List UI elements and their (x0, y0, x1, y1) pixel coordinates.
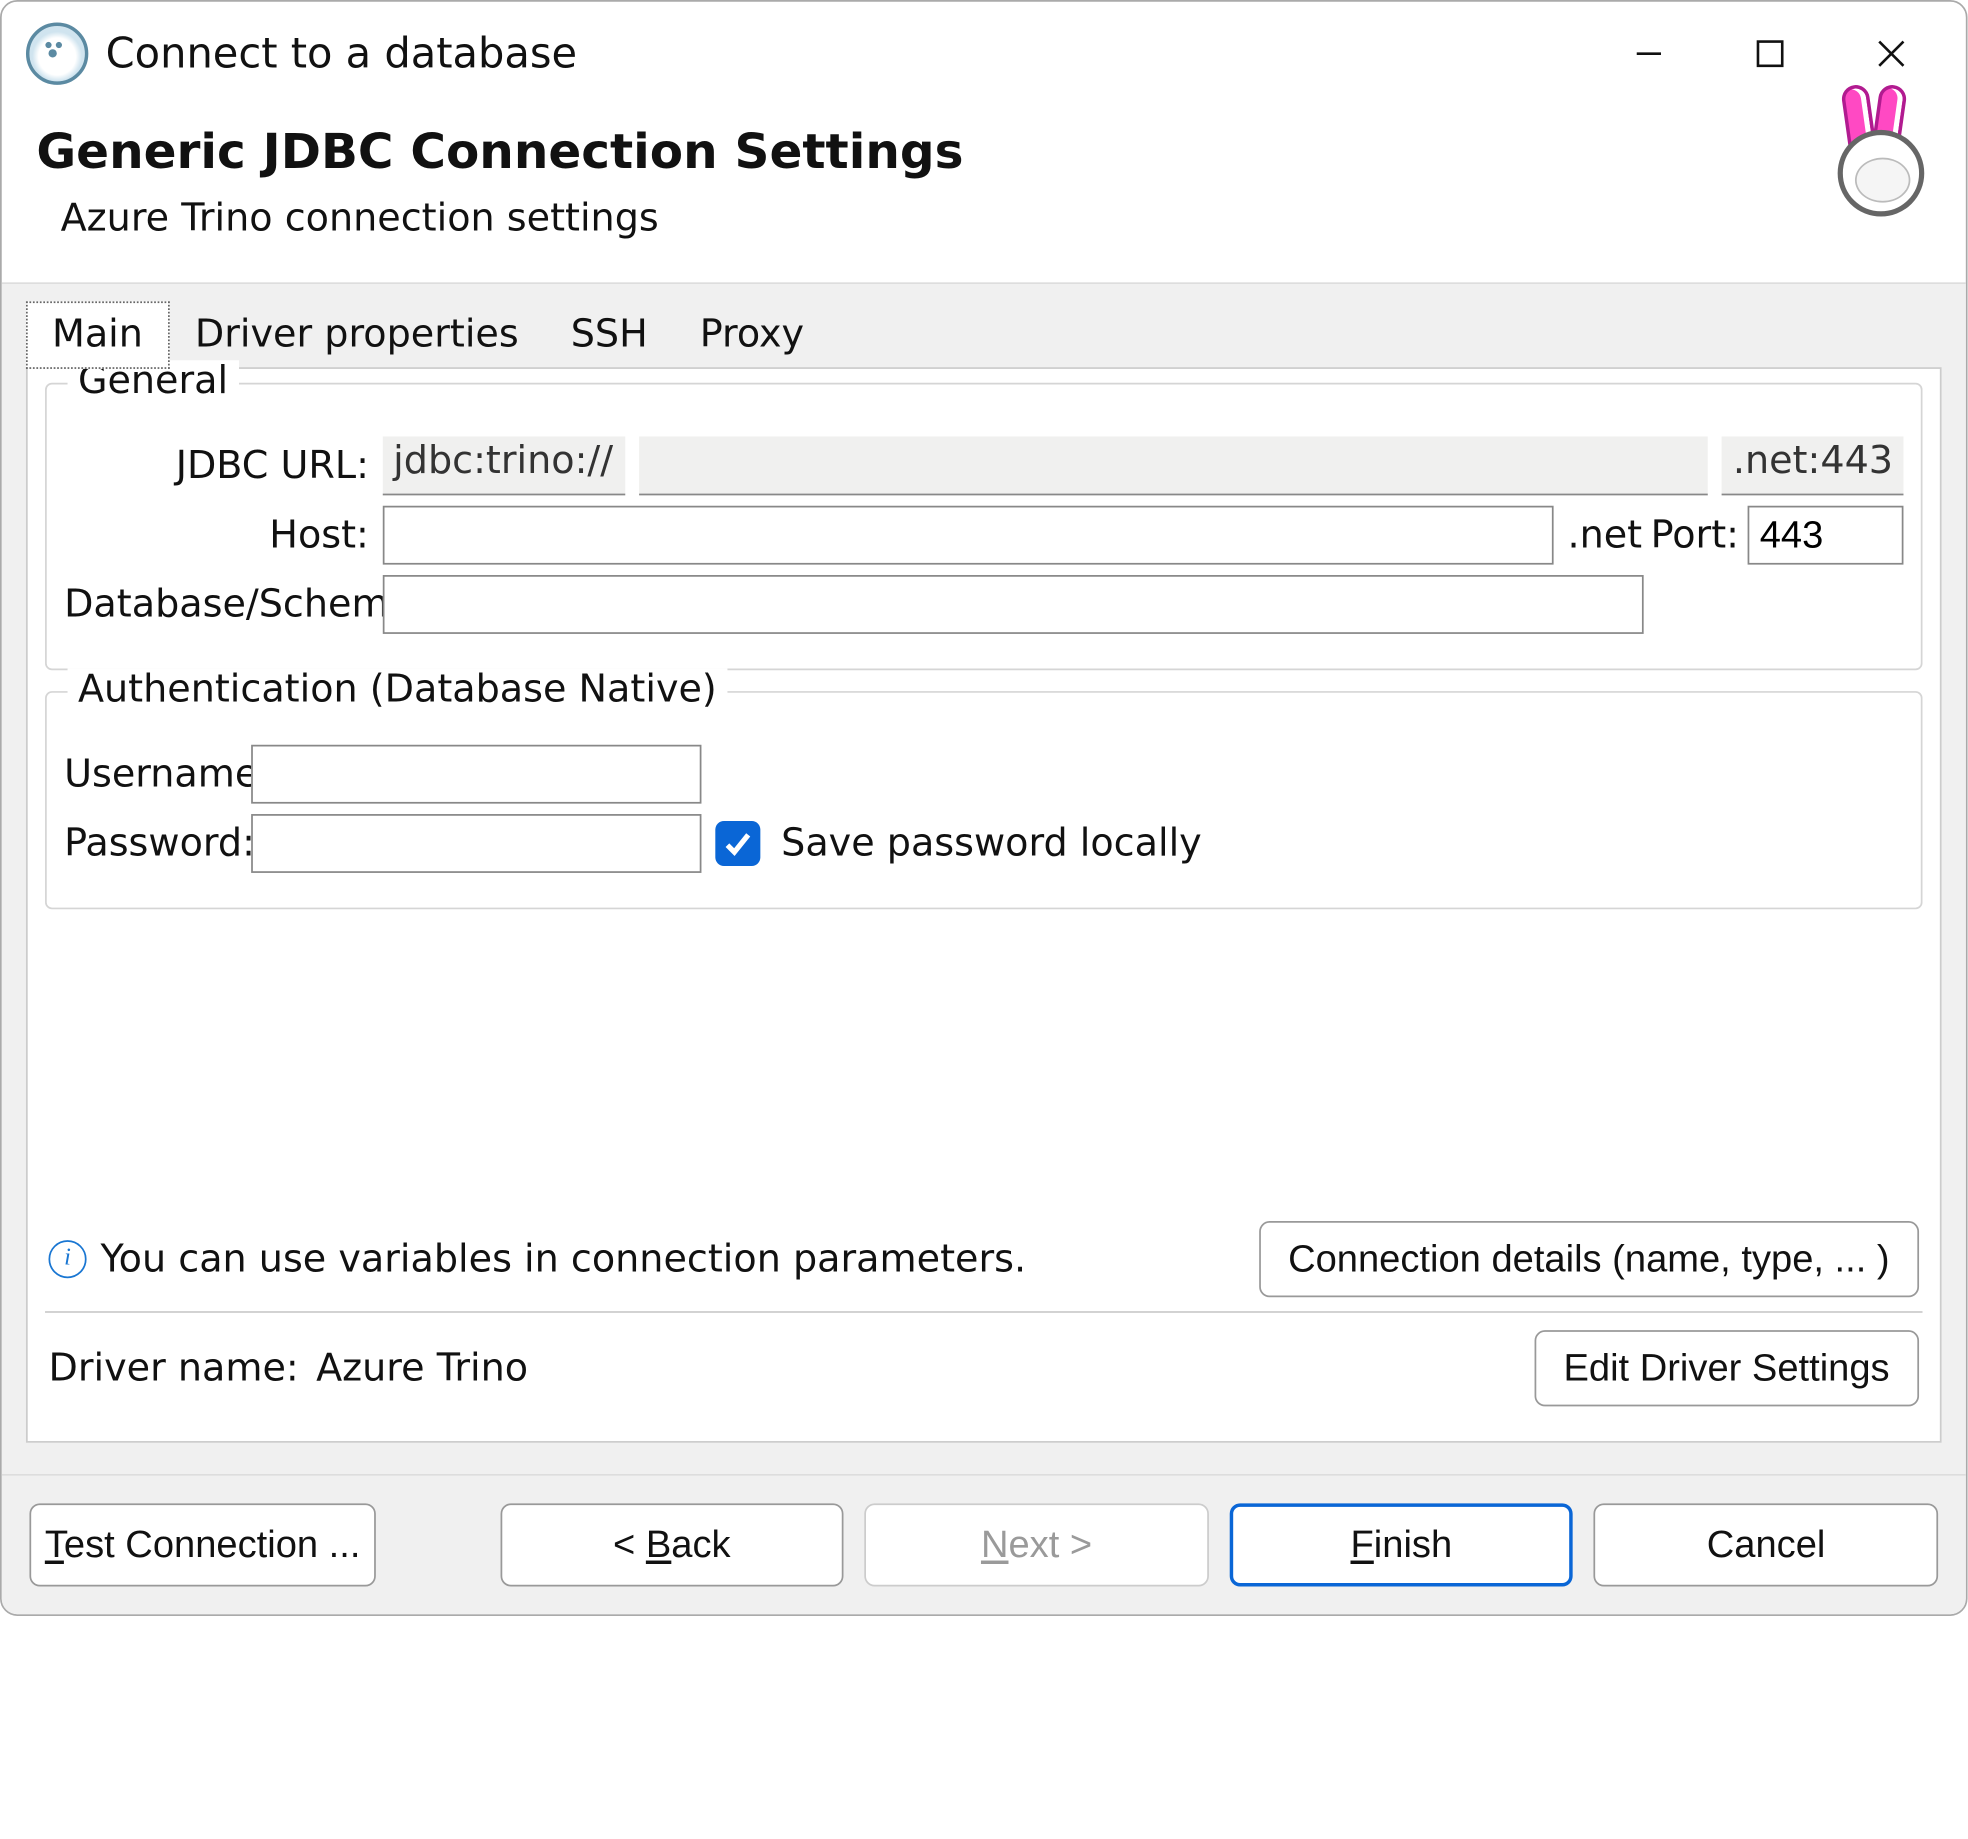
page-subtitle: Azure Trino connection settings (61, 197, 1821, 240)
driver-row: Driver name: Azure Trino Edit Driver Set… (45, 1313, 1922, 1424)
cancel-button[interactable]: Cancel (1594, 1503, 1938, 1586)
host-suffix: .net (1567, 514, 1636, 557)
driver-name-value: Azure Trino (316, 1347, 528, 1390)
fieldset-authentication: Authentication (Database Native) Usernam… (45, 691, 1922, 909)
page-title: Generic JDBC Connection Settings (36, 123, 1820, 180)
username-input[interactable] (251, 745, 701, 804)
body: Main Driver properties SSH Proxy General… (2, 284, 1966, 1474)
tab-panel-main: General JDBC URL: jdbc:trino:// .net:443… (26, 367, 1942, 1443)
next-button[interactable]: Next > (865, 1503, 1209, 1586)
db-schema-label: Database/Schema: (64, 583, 369, 626)
tab-ssh[interactable]: SSH (545, 301, 674, 369)
close-icon (1874, 36, 1909, 71)
port-label: Port: (1651, 514, 1734, 557)
app-icon (26, 23, 88, 85)
finish-button[interactable]: Finish (1229, 1503, 1573, 1586)
legend-authentication: Authentication (Database Native) (68, 669, 728, 712)
check-icon (722, 828, 753, 859)
port-input[interactable] (1748, 506, 1904, 565)
host-input[interactable] (383, 506, 1554, 565)
minimize-icon (1633, 38, 1664, 69)
mascot-icon (1820, 113, 1924, 217)
username-label: Username: (64, 753, 237, 796)
footer: Test Connection ... < Back Next > Finish… (2, 1474, 1966, 1614)
tab-driver-properties[interactable]: Driver properties (169, 301, 545, 369)
save-password-label: Save password locally (781, 822, 1202, 865)
tab-bar: Main Driver properties SSH Proxy (26, 301, 1942, 369)
maximize-icon (1755, 38, 1786, 69)
jdbc-url-prefix: jdbc:trino:// (383, 436, 625, 495)
tab-proxy[interactable]: Proxy (674, 301, 830, 369)
jdbc-url-label: JDBC URL: (64, 444, 369, 487)
dialog-window: Connect to a database Generic JDBC Conne… (0, 0, 1968, 1616)
edit-driver-settings-button[interactable]: Edit Driver Settings (1534, 1330, 1919, 1406)
info-icon: i (48, 1240, 86, 1278)
host-label: Host: (64, 514, 369, 557)
driver-name-label: Driver name: (48, 1347, 298, 1390)
tab-main[interactable]: Main (26, 301, 169, 369)
jdbc-url-suffix: .net:443 (1722, 436, 1903, 495)
jdbc-url-mid (639, 436, 1708, 495)
minimize-button[interactable] (1588, 10, 1709, 97)
window-title: Connect to a database (106, 29, 577, 77)
info-row: i You can use variables in connection pa… (45, 1207, 1922, 1313)
info-text: You can use variables in connection para… (100, 1238, 1026, 1281)
test-connection-button[interactable]: Test Connection ... (29, 1503, 375, 1586)
fieldset-general: General JDBC URL: jdbc:trino:// .net:443… (45, 383, 1922, 671)
password-label: Password: (64, 822, 237, 865)
save-password-checkbox[interactable] (715, 821, 760, 866)
password-input[interactable] (251, 814, 701, 873)
maximize-button[interactable] (1709, 10, 1830, 97)
back-button[interactable]: < Back (500, 1503, 844, 1586)
header: Generic JDBC Connection Settings Azure T… (2, 106, 1966, 284)
db-schema-input[interactable] (383, 575, 1644, 634)
titlebar: Connect to a database (2, 2, 1966, 106)
connection-details-button[interactable]: Connection details (name, type, ... ) (1259, 1221, 1919, 1297)
